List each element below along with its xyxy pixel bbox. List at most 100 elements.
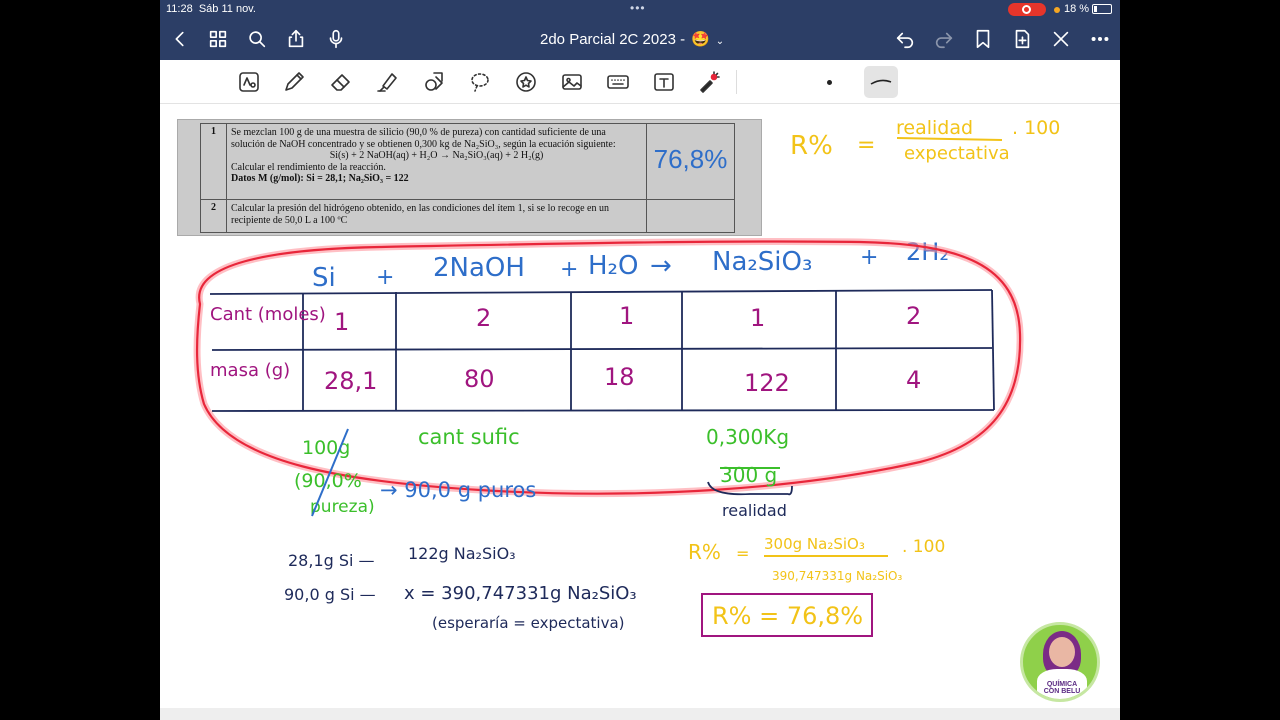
- moles-naoh: 2: [476, 304, 491, 332]
- lasso-icon: [471, 73, 489, 92]
- row-label-moles: Cant (moles): [210, 304, 326, 325]
- note-real-label: realidad: [722, 501, 787, 520]
- status-time: 11:28 Sáb 11 nov.: [166, 3, 256, 15]
- lasso-tool[interactable]: [467, 69, 493, 95]
- bookmark-button[interactable]: [971, 27, 995, 51]
- eq-naoh: 2NaOH: [433, 253, 525, 283]
- row-label-mass: masa (g): [210, 360, 290, 381]
- status-bar: 11:28 Sáb 11 nov. ••• 18 %: [160, 0, 1120, 18]
- note-pure-result: → 90,0 g puros: [380, 478, 536, 502]
- eq-si: Si: [312, 263, 336, 293]
- back-button[interactable]: [168, 27, 192, 51]
- result-denominator: 390,747331g Na₂SiO₃: [772, 569, 902, 583]
- image-tool[interactable]: [559, 69, 585, 95]
- calc-line2-left: 90,0 g Si —: [284, 585, 376, 604]
- table-moles-row: 1 2 1 1 2: [334, 302, 921, 336]
- redo-icon: [935, 32, 953, 49]
- battery-percent: 18 %: [1064, 3, 1090, 15]
- calc-line3: (esperaría = expectativa): [432, 614, 625, 632]
- laser-pointer-icon: [700, 71, 720, 93]
- share-button[interactable]: [284, 27, 308, 51]
- note-product-kg: 0,300Kg: [706, 425, 789, 449]
- result-numerator: 300g Na₂SiO₃: [764, 535, 865, 553]
- eq-arrow: →: [650, 251, 672, 281]
- toolbar-divider: [736, 70, 737, 94]
- note-sufficient: cant sufic: [418, 425, 520, 449]
- formula-r: R%: [790, 131, 833, 161]
- text-zoom-icon: [239, 72, 259, 92]
- table-mass-row: 28,1 80 18 122 4: [324, 363, 921, 397]
- eq-h2o: H₂O: [588, 251, 638, 281]
- read-mode-tool[interactable]: [236, 69, 262, 95]
- grid-icon: [209, 30, 227, 48]
- result-factor: . 100: [902, 537, 945, 557]
- moles-na2sio3: 1: [750, 304, 765, 332]
- close-toolbar-button[interactable]: [1049, 27, 1073, 51]
- stroke-style-option[interactable]: [864, 66, 898, 98]
- eq-plus-2: +: [560, 257, 578, 282]
- shapes-icon: [425, 72, 443, 91]
- add-page-button[interactable]: [1010, 27, 1034, 51]
- page-bottom-edge: [160, 708, 1120, 720]
- formula-factor: . 100: [1012, 117, 1060, 139]
- screen-recording-icon[interactable]: [1008, 3, 1046, 16]
- stickers-tool[interactable]: [513, 69, 539, 95]
- chevron-down-icon: ⌄: [715, 36, 725, 47]
- final-result: R% = 76,8%: [712, 602, 863, 630]
- note-purity: (90,0%: [294, 470, 362, 492]
- mic-indicator-icon: [1054, 7, 1060, 13]
- laser-pointer-tool[interactable]: [696, 69, 722, 95]
- moles-si: 1: [334, 308, 349, 336]
- pen-tool[interactable]: [281, 69, 307, 95]
- quimica-con-belu-logo: QUÍMICA CON BELU: [1020, 622, 1100, 702]
- eq-plus-1: +: [376, 265, 394, 290]
- more-button[interactable]: [1088, 27, 1112, 51]
- moles-h2o: 1: [619, 302, 634, 330]
- star-sticker-icon: [516, 72, 536, 92]
- yield-formula: R% = realidad expectativa . 100: [790, 117, 1060, 164]
- calc-line2-right: x = 390,747331g Na₂SiO₃: [404, 583, 637, 604]
- result-r: R%: [688, 540, 721, 564]
- mass-h2o: 18: [604, 363, 635, 391]
- battery-icon: [1092, 4, 1112, 14]
- keyboard-icon: [607, 75, 629, 89]
- undo-button[interactable]: [893, 27, 917, 51]
- mass-na2sio3: 122: [744, 369, 790, 397]
- note-product-g: 300 g: [720, 463, 777, 487]
- multitask-dots[interactable]: •••: [630, 1, 646, 15]
- handwriting-layer: R% = realidad expectativa . 100 Si + 2Na…: [193, 117, 1060, 637]
- mass-si: 28,1: [324, 367, 377, 395]
- text-box-icon: [654, 73, 674, 91]
- share-icon: [288, 29, 304, 48]
- eq-na2sio3: Na₂SiO₃: [712, 247, 812, 277]
- chevron-left-icon: [175, 31, 184, 47]
- mass-naoh: 80: [464, 365, 495, 393]
- shapes-tool[interactable]: [421, 69, 447, 95]
- nav-bar: 2do Parcial 2C 2023 - 🤩 ⌄: [160, 18, 1120, 60]
- thumbnails-button[interactable]: [206, 27, 230, 51]
- stroke-width-option[interactable]: [827, 80, 832, 85]
- search-icon: [249, 31, 266, 48]
- moles-h2: 2: [906, 302, 921, 330]
- result-block: R% = 300g Na₂SiO₃ 390,747331g Na₂SiO₃ . …: [688, 535, 945, 583]
- undo-icon: [896, 32, 914, 49]
- eq-plus-3: +: [860, 245, 878, 270]
- eraser-tool[interactable]: [328, 69, 354, 95]
- redo-button[interactable]: [932, 27, 956, 51]
- table-row-labels: Cant (moles) masa (g): [210, 304, 326, 381]
- microphone-button[interactable]: [324, 27, 348, 51]
- stroke-curve-icon: [870, 79, 892, 85]
- tool-bar: [160, 60, 1120, 104]
- highlighter-tool[interactable]: [374, 69, 400, 95]
- keyboard-tool[interactable]: [605, 69, 631, 95]
- text-box-tool[interactable]: [651, 69, 677, 95]
- search-button[interactable]: [245, 27, 269, 51]
- image-icon: [562, 74, 582, 90]
- document-title[interactable]: 2do Parcial 2C 2023 - 🤩 ⌄: [540, 30, 724, 48]
- pen-off-icon: [1053, 31, 1069, 47]
- calc-line1-right: 122g Na₂SiO₃: [408, 544, 516, 563]
- calc-line1-left: 28,1g Si —: [288, 551, 375, 570]
- microphone-icon: [329, 29, 343, 49]
- notebook-page[interactable]: 1 Se mezclan 100 g de una muestra de sil…: [160, 104, 1120, 720]
- title-emoji: 🤩: [691, 31, 710, 48]
